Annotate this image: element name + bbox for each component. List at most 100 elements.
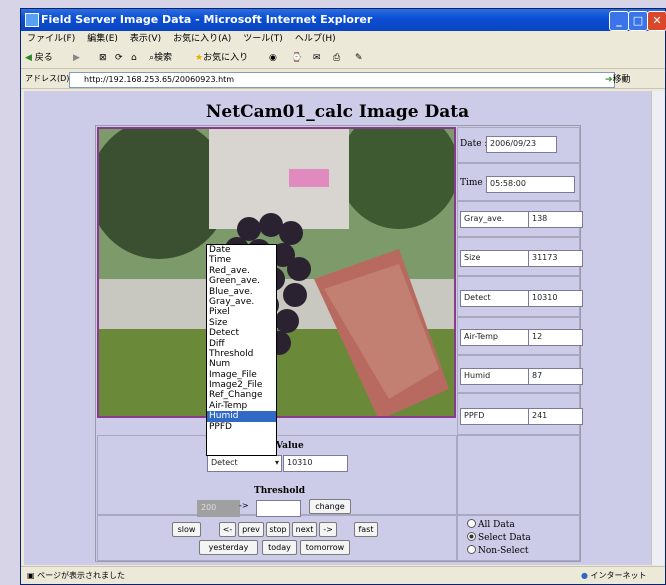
back-label: 戻る	[34, 53, 53, 63]
radio-icon	[467, 545, 476, 554]
info-value-humid[interactable]: 87	[528, 368, 583, 385]
page-title: NetCam01_calc Image Data	[205, 102, 470, 122]
dropdown-option[interactable]: Diff	[207, 339, 276, 349]
dropdown-option[interactable]: Pixel	[207, 307, 276, 317]
dropdown-option[interactable]: Image_File	[207, 370, 276, 380]
dropdown-option[interactable]: Image2_File	[207, 380, 276, 390]
vertical-scrollbar[interactable]	[651, 91, 664, 565]
field-select-value: Detect	[211, 458, 238, 467]
dropdown-option[interactable]: Size	[207, 318, 276, 328]
radio-select-label: Select Data	[478, 533, 531, 543]
menu-favorites[interactable]: お気に入り(A)	[173, 34, 231, 44]
dropdown-option[interactable]: Red_ave.	[207, 266, 276, 276]
info-value-ppfd[interactable]: 241	[528, 408, 583, 425]
radio-all-data[interactable]: All Data	[467, 519, 515, 530]
empty-cell	[457, 435, 580, 515]
menu-file[interactable]: ファイル(F)	[27, 34, 75, 44]
refresh-icon[interactable]: ⟳	[115, 50, 123, 66]
status-bar: ▣ ページが表示されました ● インターネット	[21, 566, 665, 584]
threshold-arrow: ->	[239, 501, 249, 510]
info-name-gray[interactable]: Gray_ave.	[460, 211, 529, 228]
grape-photo	[99, 129, 454, 416]
title-bar: Field Server Image Data - Microsoft Inte…	[21, 9, 666, 31]
dropdown-option[interactable]: PPFD	[207, 422, 276, 432]
time-field[interactable]: 05:58:00	[486, 176, 575, 193]
date-label: Date :	[460, 139, 488, 149]
field-select[interactable]: Detect ▾	[207, 455, 282, 472]
info-name-airtemp[interactable]: Air-Temp	[460, 329, 529, 346]
today-button[interactable]: today	[262, 540, 297, 555]
menu-bar: ファイル(F) 編集(E) 表示(V) お気に入り(A) ツール(T) ヘルプ(H)	[21, 31, 665, 47]
close-button[interactable]: ✕	[647, 11, 666, 31]
date-field[interactable]: 2006/09/23	[486, 136, 557, 153]
dropdown-option[interactable]: Gray_ave.	[207, 297, 276, 307]
maximize-button[interactable]: □	[628, 11, 648, 31]
threshold-input[interactable]	[256, 500, 301, 517]
back-step-button[interactable]: <-	[219, 522, 236, 537]
next-button[interactable]: next	[292, 522, 317, 537]
tomorrow-button[interactable]: tomorrow	[300, 540, 350, 555]
info-name-size[interactable]: Size	[460, 250, 529, 267]
menu-tools[interactable]: ツール(T)	[243, 34, 283, 44]
yesterday-button[interactable]: yesterday	[199, 540, 258, 555]
field-dropdown-list[interactable]: Date Time Red_ave. Green_ave. Blue_ave. Gray_…	[206, 244, 277, 456]
favorites-button[interactable]: ★お気に入り	[195, 50, 248, 66]
radio-non-select[interactable]: Non-Select	[467, 545, 528, 556]
edit-icon[interactable]: ✎	[355, 50, 363, 66]
history-icon[interactable]: ⌚	[291, 50, 302, 66]
menu-help[interactable]: ヘルプ(H)	[295, 34, 336, 44]
go-button[interactable]: ➔移動	[605, 72, 631, 85]
change-button[interactable]: change	[309, 499, 351, 514]
info-value-gray[interactable]: 138	[528, 211, 583, 228]
ie-icon	[25, 13, 39, 27]
star-icon: ★	[195, 53, 204, 63]
threshold-label: Threshold	[254, 486, 306, 496]
media-icon[interactable]: ◉	[269, 50, 277, 66]
dropdown-option[interactable]: Detect	[207, 328, 276, 338]
info-name-ppfd[interactable]: PPFD	[460, 408, 529, 425]
dropdown-option[interactable]: Ref_Change	[207, 390, 276, 400]
radio-icon	[467, 519, 476, 528]
address-label: アドレス(D)	[25, 74, 70, 83]
address-input[interactable]: http://192.168.253.65/20060923.htm	[69, 72, 615, 88]
dropdown-option[interactable]: Humid	[207, 411, 276, 422]
forward-button[interactable]: ▶	[73, 50, 80, 66]
info-name-detect[interactable]: Detect	[460, 290, 529, 307]
stop-button[interactable]: stop	[266, 522, 290, 537]
radio-all-label: All Data	[478, 520, 515, 530]
search-button[interactable]: ⌕検索	[149, 50, 172, 66]
forward-step-button[interactable]: ->	[319, 522, 337, 537]
print-icon[interactable]: ⎙	[333, 50, 340, 66]
info-value-airtemp[interactable]: 12	[528, 329, 583, 346]
dropdown-option[interactable]: Time	[207, 255, 276, 265]
go-icon: ➔	[605, 75, 613, 85]
radio-checked-icon	[467, 532, 476, 541]
dropdown-option[interactable]: Num	[207, 359, 276, 369]
minimize-button[interactable]: _	[609, 11, 629, 31]
dropdown-option[interactable]: Green_ave.	[207, 276, 276, 286]
dropdown-option[interactable]: Date	[207, 245, 276, 255]
back-button[interactable]: ◀ 戻る	[25, 50, 53, 66]
threshold-current: 200	[197, 500, 240, 517]
time-label: Time :	[460, 178, 489, 188]
mail-icon[interactable]: ✉	[313, 50, 321, 66]
address-bar: アドレス(D) http://192.168.253.65/20060923.h…	[21, 69, 665, 89]
fast-button[interactable]: fast	[354, 522, 378, 537]
menu-edit[interactable]: 編集(E)	[87, 34, 118, 44]
info-name-humid[interactable]: Humid	[460, 368, 529, 385]
radio-select-data[interactable]: Select Data	[467, 532, 531, 543]
info-value-detect[interactable]: 10310	[528, 290, 583, 307]
dropdown-option[interactable]: Threshold	[207, 349, 276, 359]
stop-icon[interactable]: ⊠	[99, 50, 107, 66]
window-title: Field Server Image Data - Microsoft Inte…	[41, 13, 373, 26]
menu-view[interactable]: 表示(V)	[130, 34, 161, 44]
slow-button[interactable]: slow	[172, 522, 201, 537]
info-value-size[interactable]: 31173	[528, 250, 583, 267]
globe-icon: ●	[581, 571, 588, 580]
value-field[interactable]: 10310	[283, 455, 348, 472]
prev-button[interactable]: prev	[238, 522, 264, 537]
home-icon[interactable]: ⌂	[131, 50, 137, 66]
dropdown-option[interactable]: Blue_ave.	[207, 287, 276, 297]
value-label: Value	[276, 441, 304, 451]
dropdown-option[interactable]: Air-Temp	[207, 401, 276, 411]
